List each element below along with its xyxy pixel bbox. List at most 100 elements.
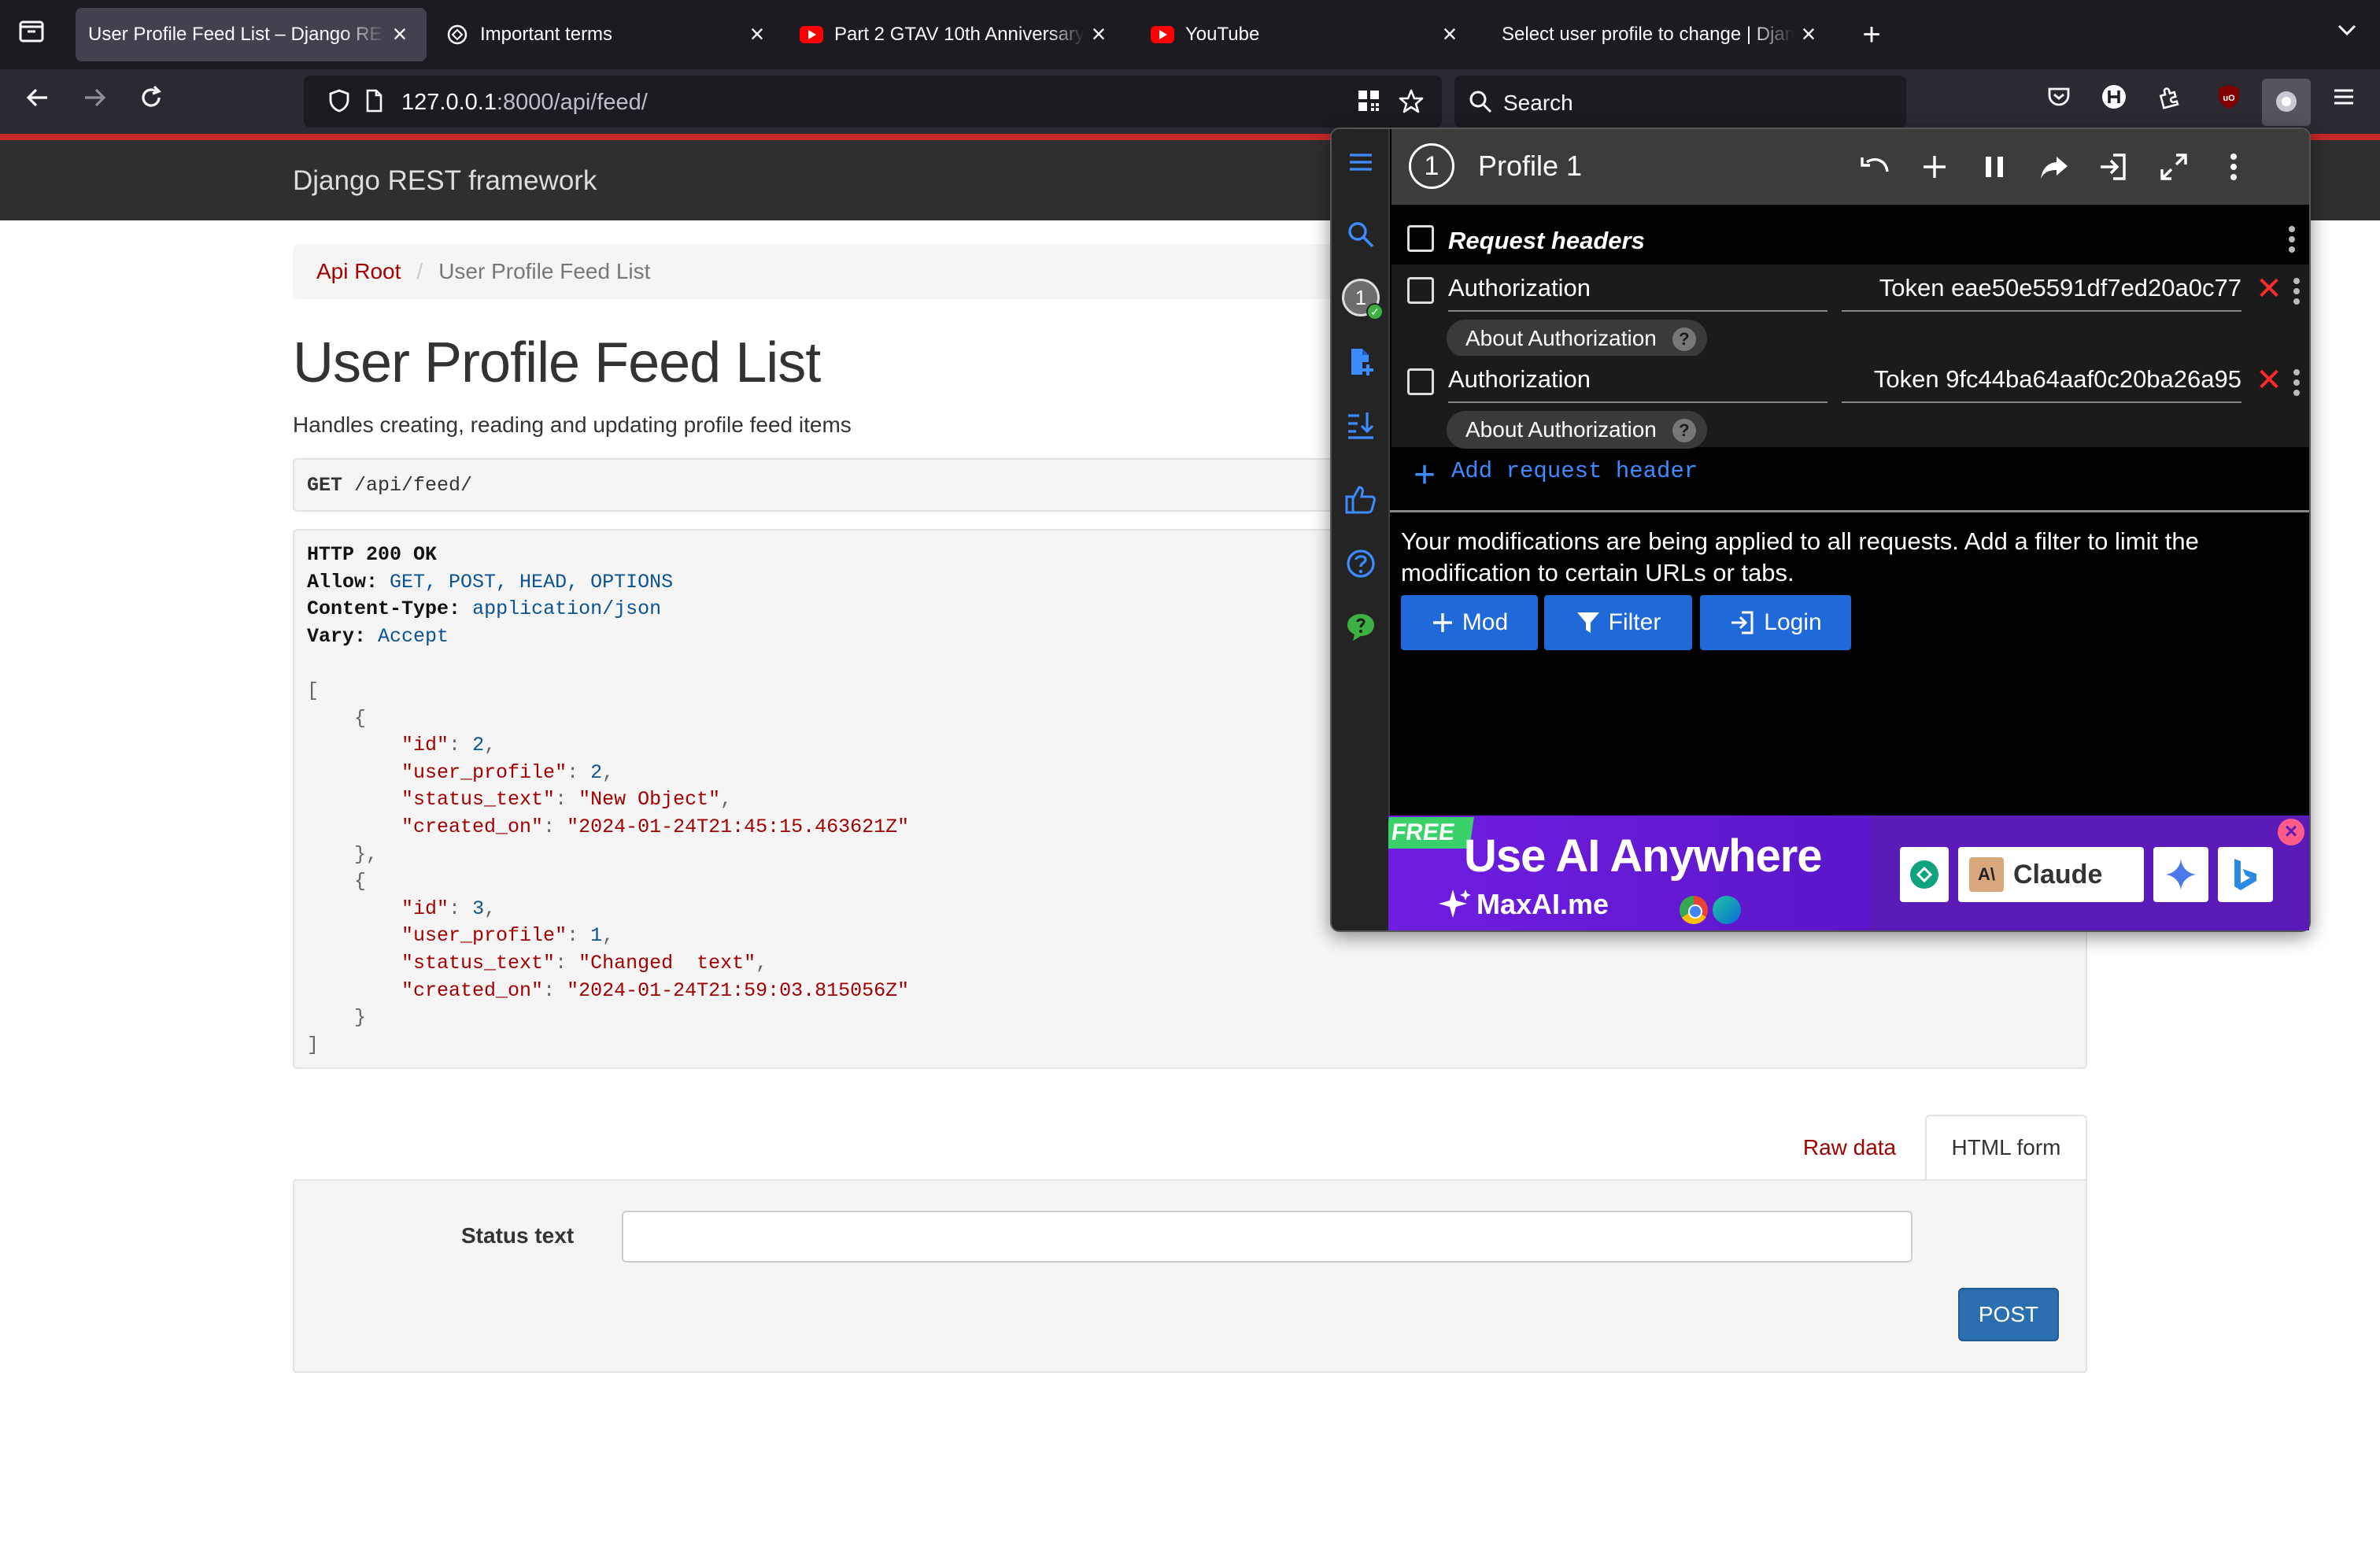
undo-button[interactable] [1856, 148, 1894, 186]
address-bar[interactable]: 127.0.0.1:8000/api/feed/ [304, 76, 1442, 128]
tab-html-form[interactable]: HTML form [1925, 1115, 2087, 1181]
header-row-checkbox[interactable] [1407, 277, 1434, 304]
header-row-checkbox[interactable] [1407, 368, 1434, 395]
close-icon: ✕ [2256, 363, 2282, 398]
page-icon[interactable] [360, 88, 387, 115]
ublock-button[interactable]: uO [2210, 83, 2248, 121]
chevron-down-icon [2338, 24, 2356, 36]
tab-title: Part 2 GTAV 10th Anniversary playthrough [834, 24, 1085, 45]
more-vert-icon[interactable] [2289, 367, 2304, 398]
qr-code-icon[interactable] [1355, 88, 1382, 115]
add-request-header-button[interactable]: Add request header [1451, 458, 1698, 484]
tab-youtube[interactable]: YouTube × [1138, 8, 1476, 61]
breadcrumb-current: User Profile Feed List [438, 259, 651, 283]
add-filter-button[interactable]: Filter [1544, 595, 1692, 650]
sidebar-rate-button[interactable] [1342, 480, 1380, 518]
maxai-ad-banner[interactable]: FREE Use AI Anywhere MaxAI.me A\ Claude … [1388, 816, 2309, 930]
header-value-field[interactable]: Token 9fc44ba64aaf0c20ba26a95 [1842, 365, 2241, 403]
remove-header-button[interactable]: ✕ [2252, 364, 2286, 397]
add-header-button[interactable] [1916, 148, 1953, 186]
sidebar-profile-1[interactable]: 1 ✓ [1342, 279, 1384, 320]
status-text-input[interactable] [622, 1211, 1913, 1263]
request-path: /api/feed/ [354, 474, 473, 497]
tab-important-terms[interactable]: Important terms × [433, 8, 784, 61]
close-icon[interactable]: × [1436, 20, 1464, 49]
about-authorization-chip[interactable]: About Authorization? [1447, 411, 1707, 449]
close-icon[interactable]: × [386, 20, 414, 49]
new-tab-button[interactable]: + [1854, 17, 1889, 52]
modheader-sidebar: 1 ✓ [1332, 129, 1390, 930]
bookmark-star-icon[interactable] [1398, 88, 1425, 115]
search-icon [1348, 222, 1374, 248]
tab-title: Important terms [480, 24, 613, 45]
ad-subtitle: MaxAI.me [1476, 888, 1609, 920]
chrome-icon [1680, 896, 1708, 924]
response-header-key: Vary: [307, 624, 367, 648]
sidebar-feedback-button[interactable] [1342, 608, 1380, 645]
request-headers-checkbox[interactable] [1407, 225, 1434, 252]
sidebar-add-profile-button[interactable] [1342, 343, 1380, 381]
sidebar-search-button[interactable] [1342, 216, 1380, 253]
post-button[interactable]: POST [1958, 1288, 2059, 1341]
sidebar-sort-button[interactable] [1342, 406, 1380, 444]
response-header-value: GET, POST, HEAD, OPTIONS [390, 570, 674, 594]
pause-button[interactable] [1975, 148, 2013, 186]
json-value-user-profile: 1 [590, 924, 603, 948]
reload-icon [142, 85, 161, 107]
more-vert-icon[interactable] [2284, 224, 2300, 255]
close-icon[interactable]: × [1794, 20, 1823, 49]
close-icon[interactable]: × [743, 20, 771, 49]
profile-number: 1 [1354, 286, 1367, 309]
close-ad-button[interactable]: × [2278, 819, 2304, 845]
header-name-field[interactable]: Authorization [1448, 274, 1828, 312]
app-menu-button[interactable] [2325, 83, 2363, 121]
expand-button[interactable] [2155, 148, 2193, 186]
shield-icon[interactable] [326, 88, 353, 115]
header-value-text: Token eae50e5591df7ed20a0c77 [1879, 274, 2241, 301]
plus-icon [1924, 156, 1946, 178]
tab-django-admin[interactable]: Select user profile to change | Django s… [1489, 8, 1835, 61]
chatgpt-icon [1910, 860, 1938, 889]
header-name-field[interactable]: Authorization [1448, 365, 1828, 403]
list-all-tabs-button[interactable] [14, 17, 49, 52]
json-value-id: 2 [472, 734, 485, 757]
more-vert-icon[interactable] [2289, 276, 2304, 307]
tab-overflow-button[interactable] [2330, 17, 2364, 52]
drf-brand-link[interactable]: Django REST framework [293, 165, 597, 197]
login-button-label: Login [1764, 609, 1822, 635]
tab-raw-data[interactable]: Raw data [1787, 1115, 1913, 1181]
tab-gtav-playthrough[interactable]: Part 2 GTAV 10th Anniversary playthrough… [787, 8, 1125, 61]
plus-icon[interactable]: + [1409, 457, 1440, 494]
modheader-extension-button[interactable] [2262, 79, 2311, 126]
pocket-button[interactable] [2040, 83, 2078, 121]
gemini-icon [2165, 859, 2197, 890]
extensions-button[interactable] [2150, 83, 2188, 121]
tab-user-profile-feed[interactable]: User Profile Feed List – Django REST fra… [76, 8, 427, 61]
profile-name[interactable]: Profile 1 [1478, 150, 1582, 183]
expand-icon [2160, 153, 2187, 180]
forward-button[interactable] [76, 83, 113, 121]
post-form: Status text POST [293, 1179, 2087, 1373]
sidebar-menu-button[interactable] [1342, 143, 1380, 181]
sidebar-help-button[interactable] [1342, 545, 1380, 583]
reload-button[interactable] [132, 83, 170, 121]
tab-bar: User Profile Feed List – Django REST fra… [0, 0, 2380, 69]
import-button[interactable] [2095, 148, 2133, 186]
search-placeholder: Search [1503, 91, 1573, 115]
account-button[interactable] [2095, 83, 2133, 121]
url-text[interactable]: 127.0.0.1:8000/api/feed/ [401, 90, 648, 116]
add-mod-button[interactable]: Mod [1401, 595, 1538, 650]
more-options-button[interactable] [2215, 148, 2252, 186]
close-icon[interactable]: × [1085, 20, 1113, 49]
header-value-field[interactable]: Token eae50e5591df7ed20a0c77 [1842, 274, 2241, 312]
pause-icon [1986, 157, 2003, 177]
login-button[interactable]: Login [1700, 595, 1851, 650]
breadcrumb-api-root[interactable]: Api Root [316, 259, 401, 284]
about-chip-label: About Authorization [1465, 417, 1657, 442]
about-authorization-chip[interactable]: About Authorization? [1447, 320, 1707, 357]
share-button[interactable] [2035, 148, 2073, 186]
back-button[interactable] [19, 83, 57, 121]
profile-badge[interactable]: 1 [1409, 143, 1454, 189]
remove-header-button[interactable]: ✕ [2252, 272, 2286, 305]
search-bar[interactable]: Search [1454, 76, 1906, 128]
